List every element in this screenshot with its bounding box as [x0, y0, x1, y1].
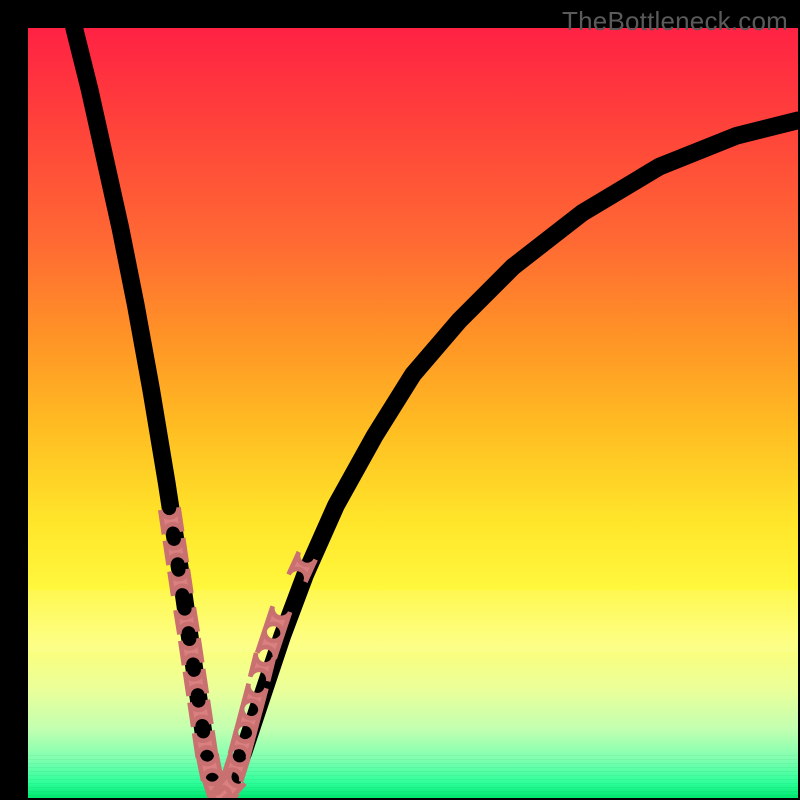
- watermark-text: TheBottleneck.com: [562, 6, 788, 37]
- plot-background: [28, 28, 798, 798]
- chart-frame: TheBottleneck.com: [0, 0, 800, 800]
- chart-svg: [28, 28, 798, 798]
- bottleneck-curve-path: [74, 28, 798, 798]
